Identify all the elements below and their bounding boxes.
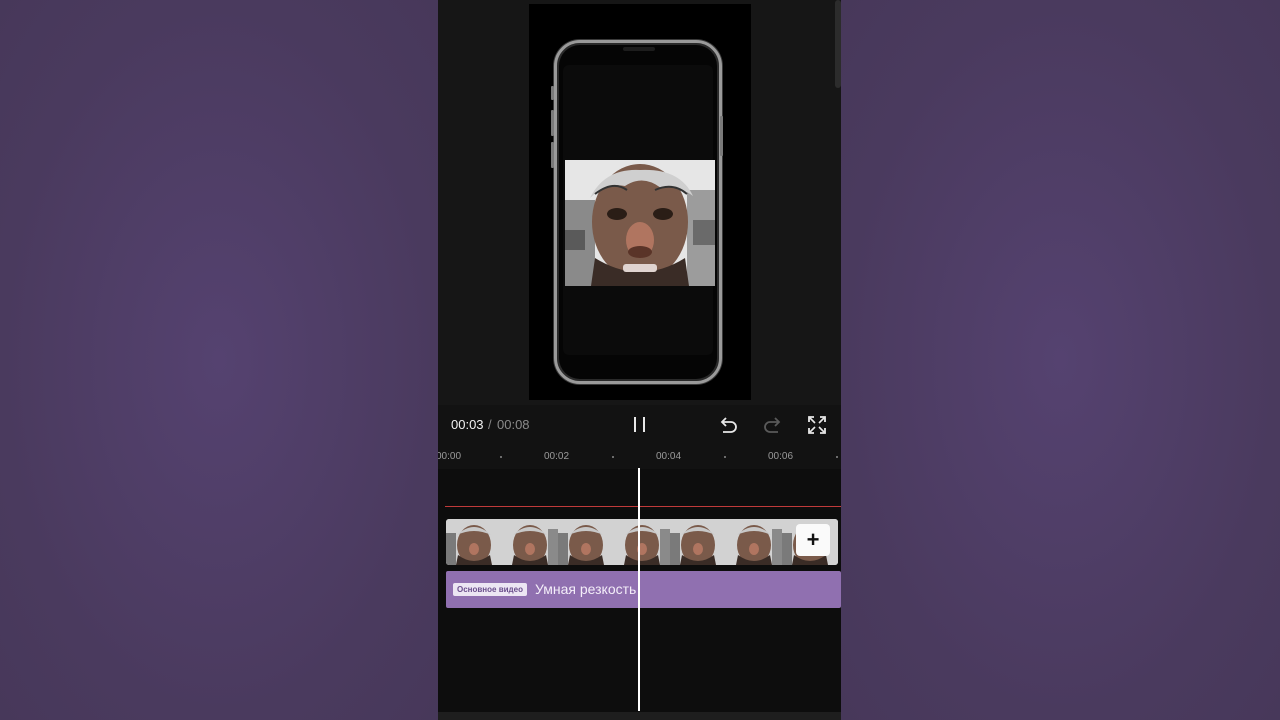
current-time: 00:03 [451, 417, 484, 432]
ruler-tick-label: 00:02 [544, 451, 570, 462]
ruler-tick-label: 00:06 [768, 451, 794, 462]
phone-speaker [623, 47, 655, 51]
video-frame-image [565, 160, 715, 286]
ruler-tick-dot [724, 456, 726, 458]
ruler-tick-label: 00:00 [438, 451, 462, 462]
add-clip-button[interactable]: + [796, 524, 830, 556]
video-editor-app: 00:03 / 00:08 00:00 00:02 00:04 00:06 + … [438, 0, 841, 720]
ruler-tick-dot [612, 456, 614, 458]
bottom-bar [438, 712, 841, 720]
clip-thumbnail [446, 519, 502, 565]
effect-track-label: Умная резкость [535, 581, 637, 597]
video-clip[interactable] [446, 519, 838, 565]
preview-canvas[interactable] [529, 4, 751, 400]
clip-thumbnail [726, 519, 782, 565]
redo-icon[interactable] [761, 413, 785, 437]
ruler-tick-dot [500, 456, 502, 458]
timeline-marker-line [445, 506, 841, 507]
phone-side-button [551, 110, 554, 136]
timeline-ruler[interactable]: 00:00 00:02 00:04 00:06 [438, 445, 841, 469]
undo-icon[interactable] [716, 413, 740, 437]
fullscreen-icon[interactable] [805, 413, 829, 437]
timeline-area[interactable]: + Основное видео Умная резкость [438, 468, 841, 720]
phone-side-button [551, 142, 554, 168]
clip-thumbnail [558, 519, 614, 565]
preview-area [438, 0, 841, 405]
background-right [841, 0, 1280, 720]
clip-thumbnail [502, 519, 558, 565]
phone-mockup [554, 40, 722, 384]
clip-thumbnail [614, 519, 670, 565]
scrollbar[interactable] [835, 0, 841, 88]
time-separator: / [488, 417, 492, 432]
ruler-tick-label: 00:04 [656, 451, 682, 462]
effect-track[interactable]: Основное видео Умная резкость [446, 571, 841, 608]
main-video-badge: Основное видео [453, 583, 527, 596]
phone-side-button [720, 116, 723, 156]
playback-controls: 00:03 / 00:08 [438, 405, 841, 445]
clip-thumbnail [670, 519, 726, 565]
ruler-tick-dot [836, 456, 838, 458]
total-time: 00:08 [497, 417, 530, 432]
playhead[interactable] [638, 468, 640, 711]
background-left [0, 0, 438, 720]
phone-side-button [551, 86, 554, 100]
pause-icon[interactable] [628, 413, 652, 437]
video-frame [565, 160, 715, 286]
